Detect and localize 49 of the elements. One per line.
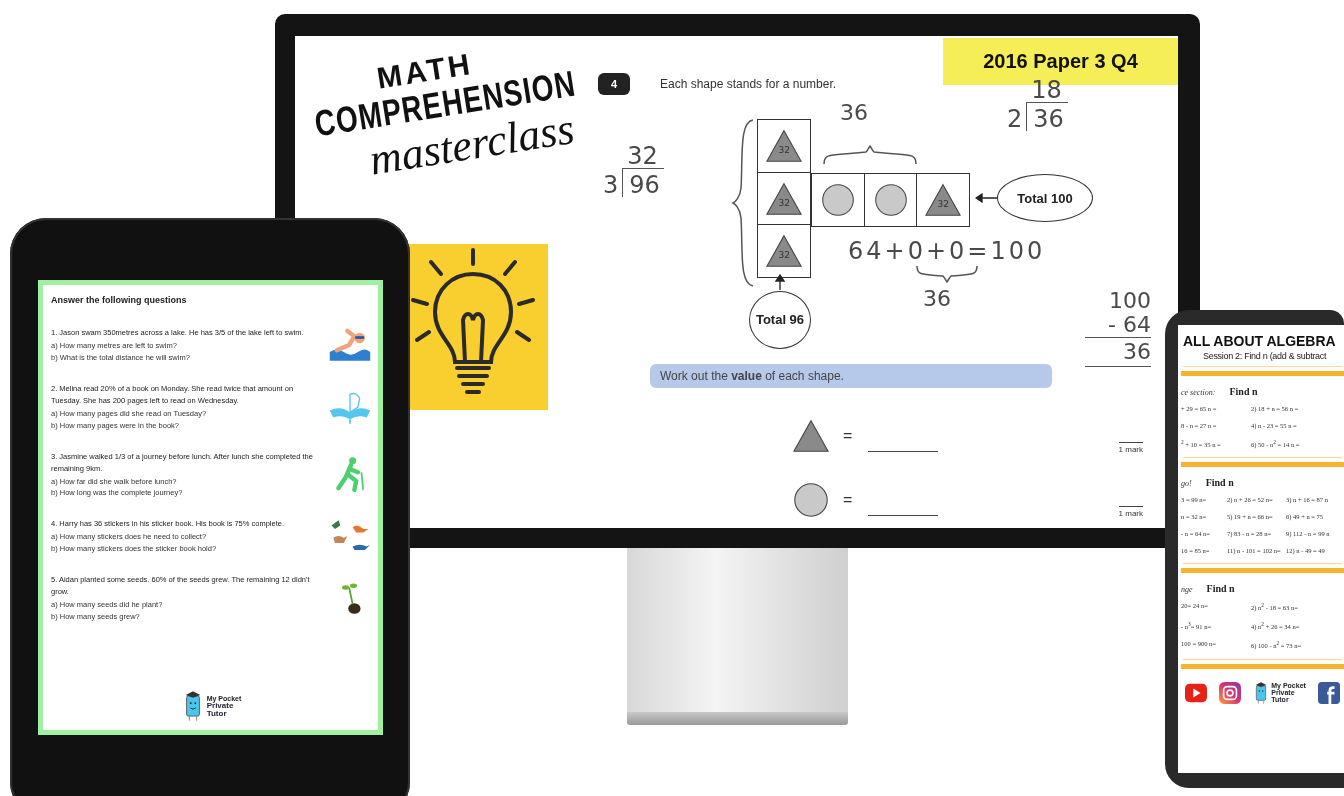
handwritten-dividend: 36 [1026,102,1068,131]
swimmer-icon [328,327,372,363]
mark-label: 1 mark [1118,506,1143,518]
handwritten-note: 32 [778,197,790,208]
handwritten-note: 32 [778,145,790,156]
section-label: nge [1181,585,1193,595]
handwritten-dividend: 96 [622,168,664,197]
triangle-icon [766,181,803,216]
answer-line [868,450,939,452]
triangle-icon [766,129,803,164]
handwritten-note: 100 [1109,289,1151,313]
section-title: Find n [1229,386,1258,397]
question-number-badge: 4 [598,73,630,95]
equals-sign: = [843,491,853,509]
logo-text: Tutor [206,709,228,718]
handwritten-note: 32 [937,199,949,210]
section-label: ce section: [1181,388,1216,397]
arrow-drawing [775,274,785,290]
triangle-icon [766,234,803,269]
section-label: go! [1181,479,1192,489]
handwritten-note: 36 [840,102,868,124]
handwritten-divisor: 3 [603,173,619,197]
handwritten-note: 36 [923,288,951,310]
circle-icon [872,183,909,218]
video-play-icon [1185,681,1207,704]
question-text: Each shape stands for a number. [660,77,837,91]
handwritten-sum: 64+0+0=100 [848,239,1046,263]
circle-icon [793,482,829,518]
triangle-icon [925,183,962,218]
mark-label: 1 mark [1118,442,1143,454]
instruction-bar: Work out the value of each shape. [650,364,1052,388]
arrow-drawing [975,193,997,203]
handwritten-divisor: 2 [1007,107,1023,131]
handwritten-note: 36 [1085,337,1151,367]
section-title: Find n [1205,477,1234,489]
circle-icon [820,183,857,218]
camera-icon [1219,681,1242,704]
equals-sign: = [843,427,853,445]
handwritten-quotient: 32 [627,144,659,168]
worksheet-heading: Answer the following questions [51,295,188,305]
triangle-icon [793,418,829,454]
facebook-icon [1318,681,1340,704]
brace-drawing [915,264,979,284]
section-title: Find n [1206,583,1235,595]
handwritten-note: - 64 [1108,313,1151,337]
answer-line [868,514,939,516]
worksheet-title: ALL ABOUT ALGEBRA [1183,333,1337,349]
worksheet-subtitle: Session 2: Find n (add & subtract [1203,351,1328,361]
handwritten-note: 32 [778,250,790,261]
